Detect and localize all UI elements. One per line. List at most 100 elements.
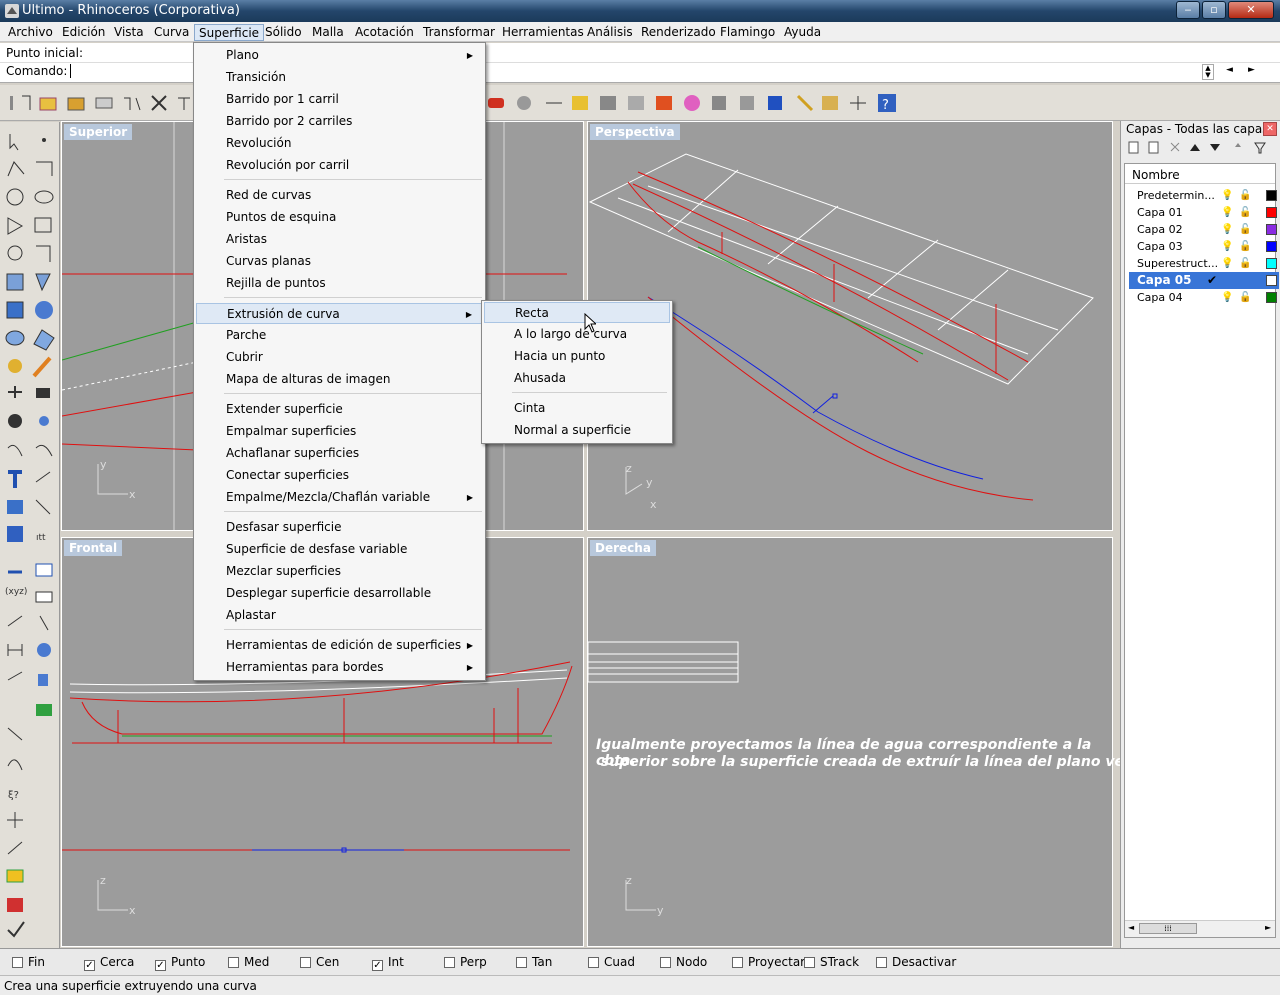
layer-color-swatch[interactable] — [1266, 190, 1277, 201]
checkbox-icon[interactable] — [444, 957, 455, 968]
layer-lock-icon[interactable]: 🔓 — [1239, 204, 1251, 221]
layer-visible-icon[interactable]: 💡 — [1221, 238, 1233, 255]
osnap-desactivar-checkbox[interactable]: Desactivar — [876, 955, 956, 969]
surface-menu-item[interactable]: Desfasar superficie — [196, 517, 483, 538]
osnap-strack-checkbox[interactable]: STrack — [804, 955, 859, 969]
menu-analisis[interactable]: Análisis — [583, 24, 637, 41]
osnap-punto-checkbox[interactable]: ✓ Punto — [155, 955, 205, 971]
menu-acotacion[interactable]: Acotación — [351, 24, 418, 41]
menu-solido[interactable]: Sólido — [261, 24, 306, 41]
scroll-thumb[interactable]: ⁞⁞⁞ — [1139, 923, 1197, 934]
surface-menu-item[interactable]: Achaflanar superficies — [196, 443, 483, 464]
checkbox-icon[interactable] — [516, 957, 527, 968]
checkbox-icon[interactable] — [228, 957, 239, 968]
viewport-derecha[interactable]: Derecha z y Igualmente proyectamos la lí… — [587, 537, 1170, 947]
surface-menu-item[interactable]: Mapa de alturas de imagen — [196, 369, 483, 390]
surface-menu-item[interactable]: Puntos de esquina — [196, 207, 483, 228]
layer-color-swatch[interactable] — [1266, 241, 1277, 252]
checkbox-icon[interactable]: ✓ — [84, 960, 95, 971]
menu-vista[interactable]: Vista — [110, 24, 148, 41]
menu-flamingo[interactable]: Flamingo — [716, 24, 779, 41]
osnap-cerca-checkbox[interactable]: ✓ Cerca — [84, 955, 134, 971]
surface-menu-item[interactable]: Rejilla de puntos — [196, 273, 483, 294]
layer-lock-icon[interactable]: 🔓 — [1239, 221, 1251, 238]
checkbox-icon[interactable]: ✓ — [372, 960, 383, 971]
layer-visible-icon[interactable]: 💡 — [1221, 289, 1233, 306]
layer-row[interactable]: Capa 05 ✔ — [1129, 272, 1279, 289]
layer-visible-icon[interactable]: 💡 — [1221, 187, 1233, 204]
extrusion-submenu-item[interactable]: Cinta — [484, 398, 670, 419]
command-spinner[interactable]: ▲ ▼ — [1202, 64, 1214, 80]
layer-lock-icon[interactable]: 🔓 — [1239, 289, 1251, 306]
layer-lock-icon[interactable]: 🔓 — [1239, 255, 1251, 272]
menu-renderizado[interactable]: Renderizado — [637, 24, 720, 41]
layer-color-swatch[interactable] — [1266, 292, 1277, 303]
checkbox-icon[interactable]: ✓ — [155, 960, 166, 971]
osnap-perp-checkbox[interactable]: Perp — [444, 955, 487, 969]
osnap-nodo-checkbox[interactable]: Nodo — [660, 955, 707, 969]
menu-superficie[interactable]: Superficie — [194, 24, 265, 41]
osnap-cen-checkbox[interactable]: Cen — [300, 955, 339, 969]
checkbox-icon[interactable] — [12, 957, 23, 968]
layers-scrollbar[interactable]: ◄ ⁞⁞⁞ ► — [1125, 920, 1275, 937]
surface-menu-item[interactable]: Plano ▶ — [196, 45, 483, 66]
scroll-right-icon[interactable]: ► — [1265, 923, 1271, 932]
scroll-left-icon[interactable]: ◄ — [1128, 923, 1134, 932]
checkbox-icon[interactable] — [300, 957, 311, 968]
surface-menu-item[interactable]: Parche — [196, 325, 483, 346]
osnap-int-checkbox[interactable]: ✓ Int — [372, 955, 404, 971]
menu-herramientas[interactable]: Herramientas — [498, 24, 588, 41]
surface-menu-item[interactable]: Barrido por 2 carriles — [196, 111, 483, 132]
surface-menu-item[interactable]: Mezclar superficies — [196, 561, 483, 582]
osnap-tan-checkbox[interactable]: Tan — [516, 955, 552, 969]
menu-ayuda[interactable]: Ayuda — [780, 24, 825, 41]
layer-visible-icon[interactable]: 💡 — [1221, 221, 1233, 238]
surface-menu-item[interactable]: Cubrir — [196, 347, 483, 368]
surface-menu-item[interactable]: Revolución por carril — [196, 155, 483, 176]
layer-lock-icon[interactable]: 🔓 — [1239, 238, 1251, 255]
minimize-button[interactable]: ‒ — [1176, 1, 1200, 19]
checkbox-icon[interactable] — [660, 957, 671, 968]
extrusion-submenu-item[interactable]: Recta — [484, 302, 670, 323]
layer-visible-icon[interactable]: 💡 — [1221, 255, 1233, 272]
menu-curva[interactable]: Curva — [150, 24, 193, 41]
surface-menu-item[interactable]: Transición — [196, 67, 483, 88]
surface-menu-item[interactable]: Herramientas de edición de superficies ▶ — [196, 635, 483, 656]
surface-menu-item[interactable]: Herramientas para bordes ▶ — [196, 657, 483, 678]
surface-menu-item[interactable]: Conectar superficies — [196, 465, 483, 486]
layer-visible-icon[interactable]: 💡 — [1221, 204, 1233, 221]
surface-menu-item[interactable]: Empalme/Mezcla/Chaflán variable ▶ — [196, 487, 483, 508]
layer-color-swatch[interactable] — [1266, 275, 1277, 286]
surface-menu-item[interactable]: Revolución — [196, 133, 483, 154]
surface-menu-item[interactable]: Desplegar superficie desarrollable — [196, 583, 483, 604]
surface-menu-item[interactable]: Barrido por 1 carril — [196, 89, 483, 110]
extrusion-submenu-item[interactable]: Ahusada — [484, 368, 670, 389]
osnap-proyectar-checkbox[interactable]: Proyectar — [732, 955, 805, 969]
extrusion-submenu-item[interactable]: Hacia un punto — [484, 346, 670, 367]
layer-color-swatch[interactable] — [1266, 258, 1277, 269]
layers-close-icon[interactable]: ✕ — [1263, 122, 1277, 136]
menu-edicion[interactable]: Edición — [58, 24, 109, 41]
layer-row[interactable]: Capa 03 💡 🔓 — [1129, 238, 1279, 255]
history-forward-icon[interactable]: ► — [1248, 65, 1255, 75]
extrusion-submenu-item[interactable]: Normal a superficie — [484, 420, 670, 441]
close-button[interactable]: ✕ — [1228, 1, 1274, 19]
surface-menu-item[interactable]: Aplastar — [196, 605, 483, 626]
layer-row[interactable]: Predetermin... 💡 🔓 — [1129, 187, 1279, 204]
menu-malla[interactable]: Malla — [308, 24, 348, 41]
surface-menu-item[interactable]: Extrusión de curva ▶ — [196, 303, 483, 324]
maximize-button[interactable]: ▫ — [1202, 1, 1226, 19]
history-back-icon[interactable]: ◄ — [1226, 65, 1233, 75]
surface-menu-item[interactable]: Extender superficie — [196, 399, 483, 420]
layer-color-swatch[interactable] — [1266, 207, 1277, 218]
osnap-cuad-checkbox[interactable]: Cuad — [588, 955, 635, 969]
surface-menu-item[interactable]: Aristas — [196, 229, 483, 250]
osnap-med-checkbox[interactable]: Med — [228, 955, 269, 969]
layer-row[interactable]: Capa 01 💡 🔓 — [1129, 204, 1279, 221]
checkbox-icon[interactable] — [588, 957, 599, 968]
layer-lock-icon[interactable]: 🔓 — [1239, 187, 1251, 204]
menu-transformar[interactable]: Transformar — [419, 24, 499, 41]
surface-menu-item[interactable]: Superficie de desfase variable — [196, 539, 483, 560]
layer-color-swatch[interactable] — [1266, 224, 1277, 235]
menu-archivo[interactable]: Archivo — [4, 24, 57, 41]
